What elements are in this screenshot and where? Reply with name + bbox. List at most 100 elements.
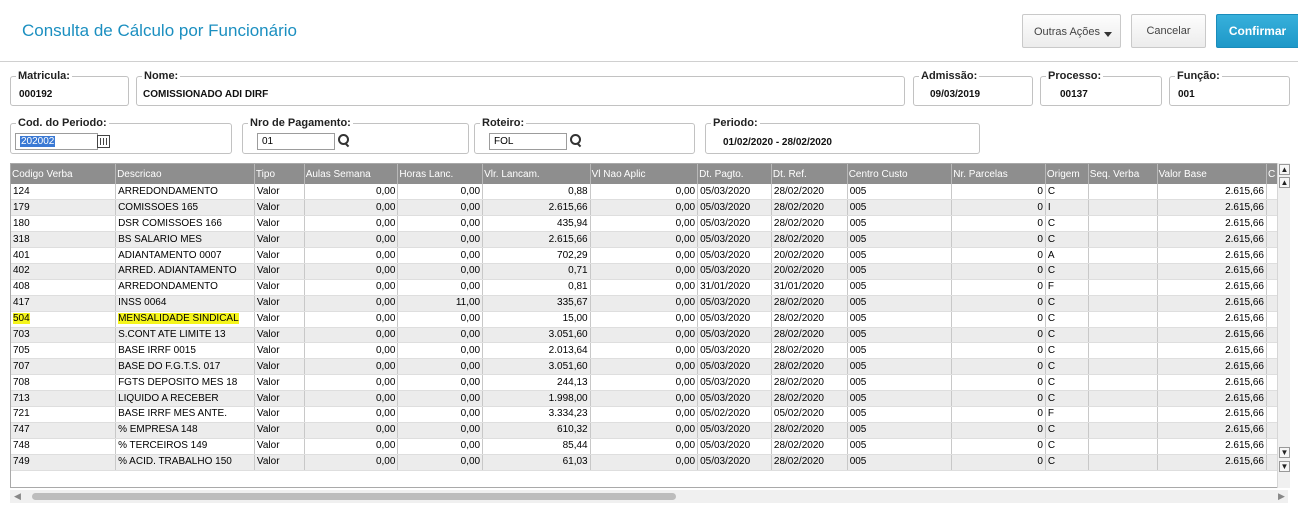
table-cell: 0 [951,215,1046,233]
search-icon[interactable] [570,134,582,146]
column-header[interactable]: Codigo Verba [11,164,117,184]
table-cell: 0 [951,358,1046,376]
table-cell: 335,67 [482,295,591,312]
table-cell: 28/02/2020 [771,438,848,455]
table-cell: 2.615,66 [1157,247,1268,264]
table-cell: Valor [254,263,305,280]
table-row[interactable]: 705 BASE IRRF 0015 Valor 0,00 0,00 2.013,64 0,… [11,342,1287,360]
column-header[interactable]: Dt. Pagto. [697,164,772,184]
cancel-button[interactable]: Cancelar [1131,14,1206,48]
scroll-bottom-icon[interactable]: ▼ [1279,461,1290,472]
table-cell: % EMPRESA 148 [115,422,255,439]
column-header[interactable]: Descricao [115,164,255,184]
table-cell: 28/02/2020 [771,454,848,471]
table-cell: 005 [847,342,953,360]
table-row[interactable]: 749% ACID. TRABALHO 150 Valor 0,00 0,00 61,0… [11,454,1287,471]
table-cell: 0,00 [397,454,484,471]
table-row[interactable]: 707 BASE DO F.G.T.S. 017 Valor 0,00 0,00 3.05… [11,358,1287,376]
confirm-button[interactable]: Confirmar [1216,14,1298,48]
column-header[interactable]: Vl Nao Aplic [590,164,699,184]
table-cell: 0 [951,279,1046,296]
table-cell: ADIANTAMENTO 0007 [115,247,255,264]
table-cell: 05/03/2020 [697,438,772,455]
table-cell: 0,00 [590,438,699,455]
nro-pagamento-input[interactable]: 01 [257,133,335,150]
column-header[interactable]: Seq. Verba [1088,164,1158,184]
scroll-top-icon[interactable]: ▲ [1279,164,1290,175]
column-header[interactable]: Nr. Parcelas [951,164,1046,184]
table-cell: 0,88 [482,184,591,201]
column-header[interactable]: Dt. Ref. [771,164,848,184]
table-cell: 005 [847,406,953,423]
table-cell [1088,199,1158,217]
outras-acoes-button[interactable]: Outras Ações [1022,14,1121,48]
table-row[interactable]: 708 FGTS DEPOSITO MES 18 Valor 0,00 0,00 244,… [11,374,1287,392]
vertical-scrollbar[interactable]: ▲ ▲ ▼ ▼ [1277,163,1290,488]
horizontal-scroll-thumb[interactable] [32,493,676,500]
table-row[interactable]: 703 S.CONT ATE LIMITE 13 Valor 0,00 0,00 3.05… [11,327,1287,344]
table-cell: 28/02/2020 [771,199,848,217]
table-cell: 0,00 [397,215,484,233]
table-cell: 408 [11,279,117,296]
table-cell: 2.615,66 [1157,342,1268,360]
table-cell: BASE DO F.G.T.S. 017 [115,358,255,376]
table-cell: 0,00 [397,406,484,423]
table-cell: COMISSOES 165 [115,199,255,217]
table-cell: 05/03/2020 [697,454,772,471]
table-row[interactable]: 721 BASE IRRF MES ANTE. Valor 0,00 0,00 3.334… [11,406,1287,423]
column-header[interactable]: Horas Lanc. [397,164,484,184]
horizontal-scrollbar[interactable]: ◀ ▶ [10,490,1288,503]
table-row[interactable]: 504 MENSALIDADE SINDICAL Valor 0,00 0,00 15,0… [11,311,1287,328]
roteiro-field: Roteiro: FOL [474,117,695,154]
table-row[interactable]: 713 LIQUIDO A RECEBER Valor 0,00 0,00 1.998,0… [11,390,1287,407]
scroll-page-up-icon[interactable]: ▲ [1279,177,1290,188]
table-cell: 2.615,66 [1157,438,1268,455]
table-cell: 0,00 [304,295,399,312]
nro-pagamento-label: Nro de Pagamento: [248,117,353,129]
admissao-field: Admissão: 09/03/2019 [913,70,1033,106]
table-cell: 28/02/2020 [771,342,848,360]
table-cell: C [1045,342,1089,360]
cod-periodo-input[interactable]: 202002 [15,133,98,150]
table-row[interactable]: 180 DSR COMISSOES 166 Valor 0,00 0,00 435,94 0… [11,215,1287,233]
table-cell: 707 [11,358,117,376]
table-cell: Valor [254,184,305,201]
table-cell [1088,374,1158,392]
table-row[interactable]: 401 ADIANTAMENTO 0007 Valor 0,00 0,00 702,29 0… [11,247,1287,264]
table-row[interactable]: 417 INSS 0064 Valor 0,00 11,00 335,67 0,00 05/0… [11,295,1287,312]
table-cell: 0,00 [397,184,484,201]
roteiro-input[interactable]: FOL [489,133,567,150]
table-cell: 005 [847,438,953,455]
table-row[interactable]: 402 ARRED. ADIANTAMENTO Valor 0,00 0,00 0,71 0… [11,263,1287,280]
nome-field: Nome: COMISSIONADO ADI DIRF [136,70,905,106]
lookup-grid-icon[interactable] [97,135,110,148]
column-header[interactable]: Aulas Semana [304,164,399,184]
column-header[interactable]: Origem [1045,164,1089,184]
table-row[interactable]: 747% EMPRESA 148 Valor 0,00 0,00 610,32 0,00 0… [11,422,1287,439]
scroll-right-icon[interactable]: ▶ [1278,491,1285,502]
scroll-page-down-icon[interactable]: ▼ [1279,447,1290,458]
table-cell: 11,00 [397,295,484,312]
table-row[interactable]: 408 ARREDONDAMENTO Valor 0,00 0,00 0,81 0,00 31… [11,279,1287,296]
table-cell: 0,00 [397,279,484,296]
table-cell: 2.615,66 [1157,327,1268,344]
column-header[interactable]: Vlr. Lancam. [482,164,591,184]
column-header[interactable]: Centro Custo [847,164,953,184]
column-header[interactable]: Tipo [254,164,305,184]
calculation-grid[interactable]: Codigo Verba Descricao Tipo Aulas Semana Hor… [10,163,1288,488]
table-row[interactable]: 124 ARREDONDAMENTO Valor 0,00 0,00 0,88 0,00 05… [11,184,1287,201]
table-row[interactable]: 748% TERCEIROS 149 Valor 0,00 0,00 85,44 0,00… [11,438,1287,455]
table-cell: 1.998,00 [482,390,591,407]
table-row[interactable]: 318 BS SALARIO MES Valor 0,00 0,00 2.615,66 0,… [11,231,1287,249]
table-cell: C [1045,454,1089,471]
table-cell: C [1045,390,1089,407]
scroll-left-icon[interactable]: ◀ [14,491,21,502]
table-cell: C [1045,311,1089,328]
table-cell: 05/03/2020 [697,374,772,392]
table-row[interactable]: 179 COMISSOES 165 Valor 0,00 0,00 2.615,66 0,0… [11,199,1287,217]
page-header: Consulta de Cálculo por Funcionário Outr… [0,0,1298,62]
table-cell: 749 [11,454,117,471]
column-header[interactable]: Valor Base [1157,164,1268,184]
table-cell: 2.615,66 [1157,311,1268,328]
search-icon[interactable] [338,134,350,146]
